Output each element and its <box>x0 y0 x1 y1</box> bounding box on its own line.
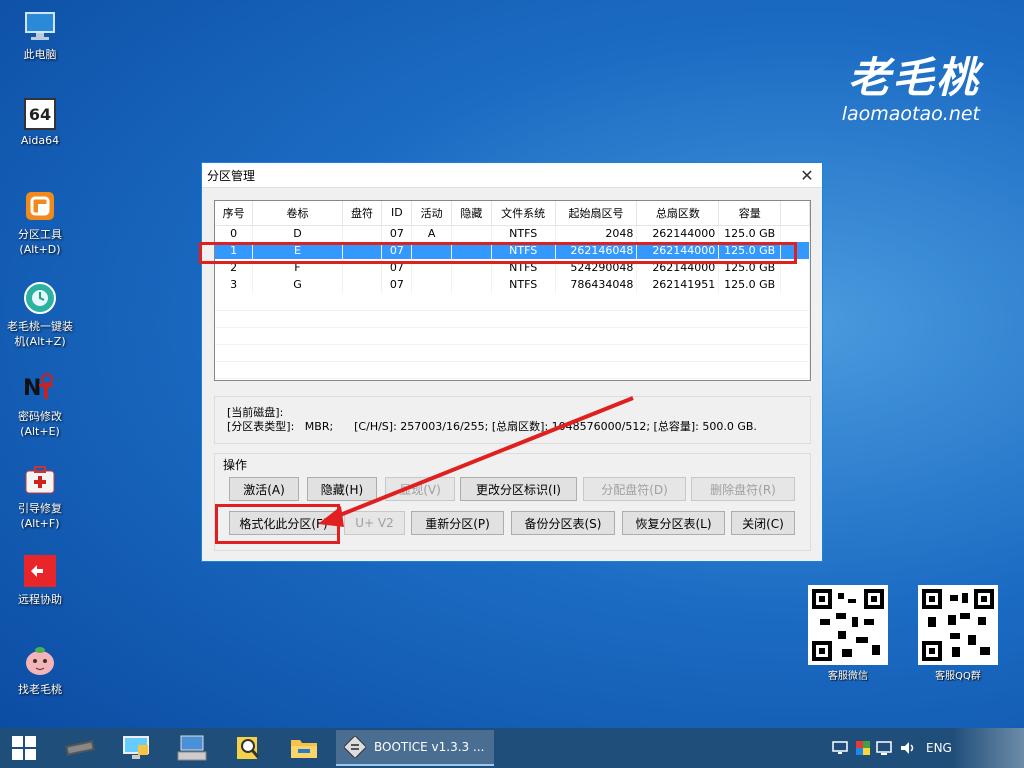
qr-wechat: 客服微信 <box>808 585 888 682</box>
taskbar-bootice-window[interactable]: BOOTICE v1.3.3 ... <box>336 730 494 766</box>
network-icon[interactable] <box>832 741 848 755</box>
volume-icon[interactable] <box>900 741 916 755</box>
keyboard-monitor-icon <box>177 735 207 761</box>
qr-code-icon <box>808 585 888 665</box>
taskbar-file-explorer[interactable] <box>282 728 326 768</box>
windows-logo-icon <box>12 736 36 760</box>
qr-qq-group: 客服QQ群 <box>918 585 998 682</box>
show-desktop-area[interactable] <box>952 728 1024 768</box>
taskbar-keyboard-tool[interactable] <box>170 728 214 768</box>
system-tray: ENG <box>832 728 952 768</box>
taskbar-bootice-label: BOOTICE v1.3.3 ... <box>374 740 485 754</box>
qr-code-icon <box>918 585 998 665</box>
display-settings-icon[interactable] <box>876 741 892 755</box>
start-button[interactable] <box>0 728 48 768</box>
folder-icon <box>291 740 317 758</box>
taskbar-search-tool[interactable] <box>226 728 270 768</box>
taskbar-network-tool[interactable] <box>114 728 158 768</box>
magnifier-icon <box>237 737 260 759</box>
color-display-icon[interactable] <box>856 741 870 755</box>
taskbar: BOOTICE v1.3.3 ... ENG <box>0 728 1024 768</box>
input-language[interactable]: ENG <box>926 741 952 755</box>
memory-chip-icon <box>65 740 95 756</box>
monitor-icon <box>123 736 149 759</box>
taskbar-memory-tool[interactable] <box>58 728 102 768</box>
qr-label: 客服微信 <box>828 671 868 682</box>
bootice-icon <box>344 736 366 758</box>
qr-label: 客服QQ群 <box>935 671 981 682</box>
